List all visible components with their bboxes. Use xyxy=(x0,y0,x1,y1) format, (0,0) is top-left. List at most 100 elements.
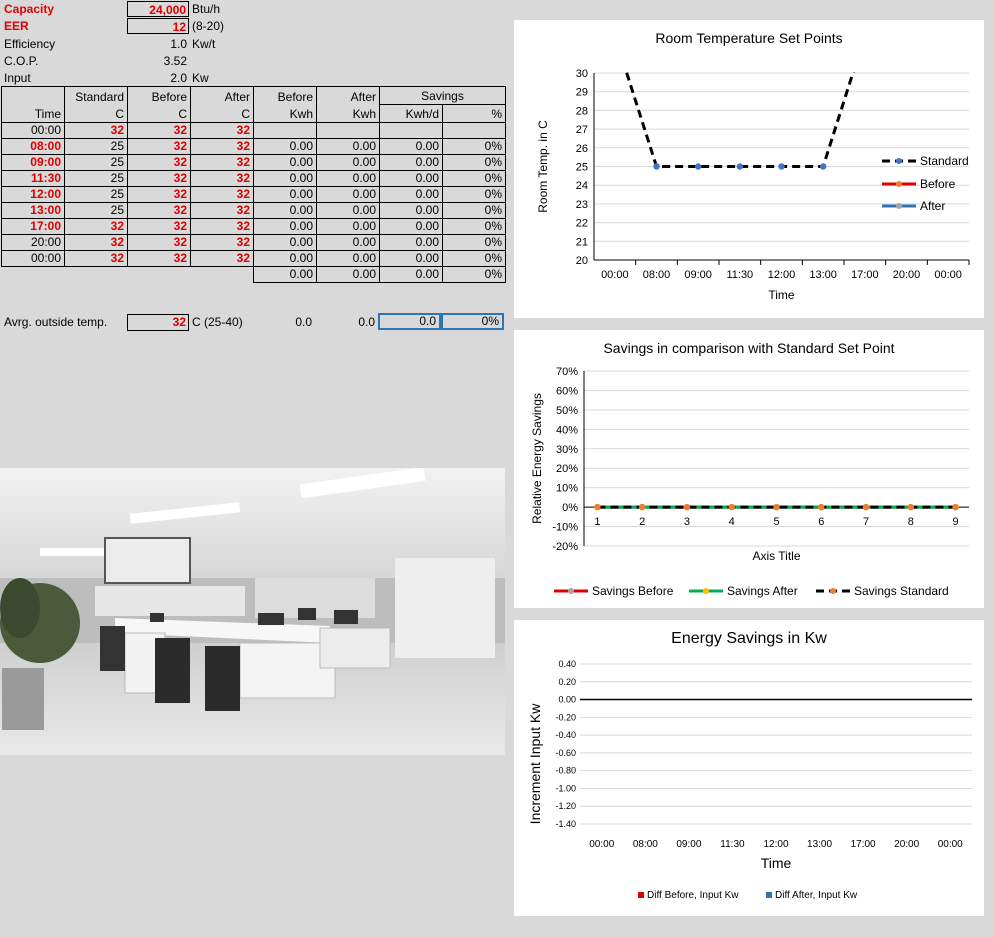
hdr-before-unit: C xyxy=(127,104,191,123)
cell-bkwh xyxy=(253,122,317,139)
avg-temp-cell[interactable]: 32 xyxy=(127,314,189,331)
cell-time[interactable]: 11:30 xyxy=(1,170,65,187)
cell-before[interactable]: 32 xyxy=(127,250,191,267)
cell-time[interactable]: 13:00 xyxy=(1,202,65,219)
data-point xyxy=(653,163,660,170)
cell-std[interactable]: 32 xyxy=(64,122,128,139)
x-tick-label: 09:00 xyxy=(684,269,712,281)
cell-std[interactable]: 25 xyxy=(64,202,128,219)
cell-std[interactable]: 32 xyxy=(64,218,128,235)
x-tick-label: 2 xyxy=(639,516,645,528)
table-row: 20:00 32 32 32 0.00 0.00 0.00 0% xyxy=(1,234,506,251)
cell-time[interactable]: 20:00 xyxy=(1,234,65,251)
cell-after[interactable]: 32 xyxy=(190,250,254,267)
cell-bkwh: 0.00 xyxy=(253,186,317,203)
data-point xyxy=(862,503,870,511)
cell-bkwh: 0.00 xyxy=(253,170,317,187)
legend-label: Standard xyxy=(920,154,969,168)
cell-time[interactable]: 00:00 xyxy=(1,122,65,139)
cell-akwh: 0.00 xyxy=(316,234,380,251)
cell-before[interactable]: 32 xyxy=(127,234,191,251)
x-tick-label: 7 xyxy=(863,516,869,528)
cell-pct: 0% xyxy=(442,202,506,219)
x-tick-label: 13:00 xyxy=(807,839,832,850)
cell-time[interactable]: 08:00 xyxy=(1,138,65,155)
cell-pct: 0% xyxy=(442,154,506,171)
x-tick-label: 8 xyxy=(908,516,914,528)
cell-before[interactable]: 32 xyxy=(127,122,191,139)
cell-before[interactable]: 32 xyxy=(127,170,191,187)
y-tick-label: 50% xyxy=(556,405,578,417)
cell-before[interactable]: 32 xyxy=(127,186,191,203)
data-point xyxy=(773,503,780,511)
legend-marker xyxy=(896,203,902,209)
cell-after[interactable]: 32 xyxy=(190,170,254,187)
cell-after[interactable]: 32 xyxy=(190,234,254,251)
hdr-standard-unit: C xyxy=(64,104,128,123)
series-line-0 xyxy=(624,72,855,168)
data-point xyxy=(903,32,909,38)
data-point xyxy=(818,503,825,511)
cell-std[interactable]: 32 xyxy=(64,250,128,267)
y-tick-label: -0.20 xyxy=(555,712,576,722)
cell-skwh xyxy=(379,122,443,139)
x-tick-label: 17:00 xyxy=(851,839,876,850)
cell-akwh: 0.00 xyxy=(316,202,380,219)
data-point xyxy=(778,32,784,38)
y-tick-label: 0.40 xyxy=(558,659,576,669)
legend-marker xyxy=(830,588,836,594)
cell-std[interactable]: 25 xyxy=(64,138,128,155)
temp-chart-panel[interactable]: Room Temperature Set Points 30 29 28 27 26 25… xyxy=(514,20,984,318)
data-point xyxy=(694,163,702,170)
cell-std[interactable]: 32 xyxy=(64,234,128,251)
cell-before[interactable]: 32 xyxy=(127,202,191,219)
x-tick-label: 4 xyxy=(729,516,735,528)
eer-cell[interactable]: 12 xyxy=(127,18,189,34)
cell-after[interactable]: 32 xyxy=(190,186,254,203)
cell-after[interactable]: 32 xyxy=(190,122,254,139)
y-tick-label: 30 xyxy=(576,68,588,80)
cell-bkwh: 0.00 xyxy=(253,154,317,171)
cell-before[interactable]: 32 xyxy=(127,138,191,155)
hdr-time-top xyxy=(1,86,65,105)
cell-time[interactable]: 17:00 xyxy=(1,218,65,235)
savings-chart-panel[interactable]: Savings in comparison with Standard Set … xyxy=(514,330,984,608)
cell-after[interactable]: 32 xyxy=(190,138,254,155)
capacity-cell[interactable]: 24,000 xyxy=(127,1,189,17)
y-tick-label: 28 xyxy=(576,105,588,117)
total-after-kwh: 0.00 xyxy=(316,266,380,283)
avg-pct-selected[interactable]: 0% xyxy=(441,313,504,330)
cell-bkwh: 0.00 xyxy=(253,250,317,267)
y-tick-label: -1.20 xyxy=(555,801,576,811)
cell-before[interactable]: 32 xyxy=(127,218,191,235)
cell-time[interactable]: 12:00 xyxy=(1,186,65,203)
legend-label: After xyxy=(920,199,945,213)
legend-label: Before xyxy=(920,177,956,191)
cell-time[interactable]: 00:00 xyxy=(1,250,65,267)
cell-std[interactable]: 25 xyxy=(64,186,128,203)
y-tick-label: 40% xyxy=(556,424,578,436)
hdr-savings-pct: % xyxy=(442,104,506,123)
data-point xyxy=(612,32,618,38)
y-tick-label: 21 xyxy=(576,236,588,248)
data-point xyxy=(695,32,701,38)
y-tick-label: -10% xyxy=(552,522,578,534)
cell-after[interactable]: 32 xyxy=(190,202,254,219)
cell-after[interactable]: 32 xyxy=(190,218,254,235)
cell-before[interactable]: 32 xyxy=(127,154,191,171)
x-tick-label: 5 xyxy=(773,516,779,528)
eer-label: EER xyxy=(4,19,29,33)
cell-bkwh: 0.00 xyxy=(253,138,317,155)
energy-chart-panel[interactable]: Energy Savings in Kw 0.40 0.20 0.00 -0.20 -0… xyxy=(514,620,984,916)
hdr-savings: Savings xyxy=(379,86,506,105)
savings-chart-svg: 70% 60% 50% 40% 30% 20% 10% 0% -10% -20% 1 2 3 4 5 6 7 8 9… xyxy=(530,366,969,598)
hdr-after-unit: C xyxy=(190,104,254,123)
cell-after[interactable]: 32 xyxy=(190,154,254,171)
cell-std[interactable]: 25 xyxy=(64,170,128,187)
cell-time[interactable]: 09:00 xyxy=(1,154,65,171)
data-point xyxy=(778,32,784,38)
x-tick-label: 20:00 xyxy=(893,269,921,281)
cell-pct: 0% xyxy=(442,170,506,187)
avg-v3-selected[interactable]: 0.0 xyxy=(378,313,441,330)
cell-std[interactable]: 25 xyxy=(64,154,128,171)
